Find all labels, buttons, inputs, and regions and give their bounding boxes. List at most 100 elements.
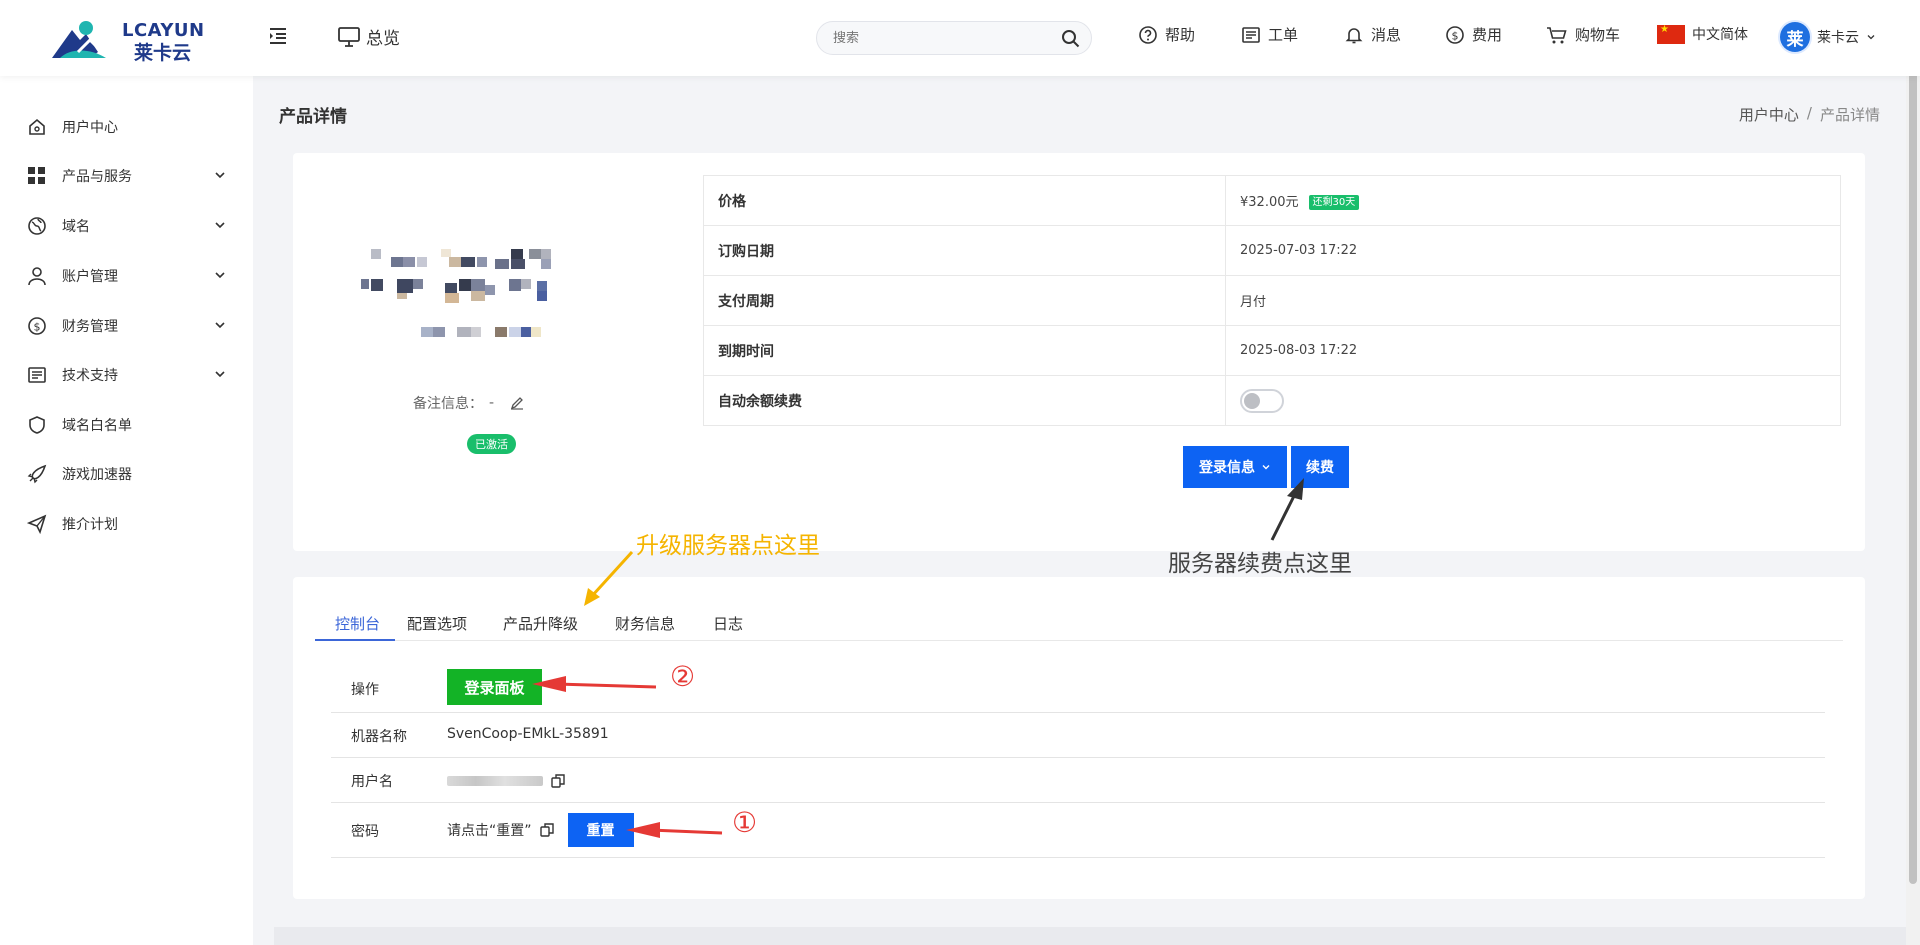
scrollbar-thumb[interactable] bbox=[1909, 18, 1917, 884]
table-row: 到期时间 2025-08-03 17:22 bbox=[703, 325, 1841, 376]
page-scrollbar[interactable] bbox=[1906, 0, 1920, 945]
remark-value: - bbox=[489, 395, 495, 411]
pay-cycle-label: 支付周期 bbox=[703, 275, 1226, 326]
sidebar-item-support[interactable]: 技术支持 bbox=[26, 360, 226, 390]
tab-bar: 控制台 配置选项 产品升降级 财务信息 日志 bbox=[315, 601, 1843, 641]
password-text: 请点击“重置” bbox=[447, 823, 532, 839]
language-selector[interactable]: 中文简体 bbox=[1657, 24, 1748, 44]
monitor-icon bbox=[338, 26, 360, 47]
search-input[interactable] bbox=[817, 22, 1037, 54]
machine-name-value: SvenCoop-EMkL-35891 bbox=[447, 726, 609, 742]
copy-icon[interactable] bbox=[539, 823, 554, 837]
sidebar-item-label: 技术支持 bbox=[62, 368, 118, 384]
overview-nav[interactable]: 总览 bbox=[338, 24, 400, 49]
sidebar: 用户中心 产品与服务 域名 账户管理 $ 财务管理 技术支持 域名白名单 游戏加… bbox=[0, 76, 253, 945]
edit-icon[interactable] bbox=[510, 396, 524, 410]
table-row: 自动余额续费 bbox=[703, 375, 1841, 426]
dollar-icon: $ bbox=[1446, 25, 1464, 44]
sidebar-item-account[interactable]: 账户管理 bbox=[26, 261, 226, 291]
copy-icon[interactable] bbox=[551, 774, 565, 788]
status-badge: 已激活 bbox=[467, 434, 516, 454]
help-nav[interactable]: 帮助 bbox=[1138, 24, 1195, 45]
breadcrumb-parent-link[interactable]: 用户中心 bbox=[1739, 104, 1799, 125]
sidebar-item-label: 产品与服务 bbox=[62, 169, 132, 185]
tab-finance-info[interactable]: 财务信息 bbox=[615, 613, 675, 634]
send-icon bbox=[26, 513, 48, 535]
user-icon bbox=[26, 265, 48, 287]
machine-name-label: 机器名称 bbox=[351, 729, 407, 745]
tab-log[interactable]: 日志 bbox=[713, 613, 743, 634]
help-label: 帮助 bbox=[1165, 26, 1196, 44]
price-value: ¥32.00元 bbox=[1240, 195, 1299, 210]
chevron-down-icon bbox=[215, 172, 225, 179]
logo-text-cn: 莱卡云 bbox=[134, 42, 192, 64]
fee-nav[interactable]: $ 费用 bbox=[1445, 24, 1502, 45]
logo-mountain-icon bbox=[52, 21, 106, 58]
chevron-down-icon bbox=[1262, 465, 1270, 470]
footer-strip bbox=[274, 927, 1906, 945]
table-row: 支付周期 月付 bbox=[703, 275, 1841, 326]
detail-row-operation: 操作 登录面板 bbox=[331, 663, 1825, 713]
sidebar-item-label: 游戏加速器 bbox=[62, 467, 132, 483]
remark-info: 备注信息： - bbox=[413, 393, 524, 413]
logo[interactable]: LCAYUN 莱卡云 bbox=[50, 18, 210, 64]
rocket-icon bbox=[26, 463, 48, 485]
sidebar-item-game-accelerator[interactable]: 游戏加速器 bbox=[26, 459, 226, 489]
sidebar-item-domain-whitelist[interactable]: 域名白名单 bbox=[26, 410, 226, 440]
price-label: 价格 bbox=[703, 175, 1226, 226]
dollar-icon: $ bbox=[26, 315, 48, 337]
search-icon[interactable] bbox=[1061, 29, 1081, 49]
remark-label: 备注信息： bbox=[413, 396, 483, 412]
price-cell: ¥32.00元 还剩30天 bbox=[1225, 175, 1841, 226]
detail-row-username: 用户名 bbox=[331, 758, 1825, 803]
pixelated-product-name-image bbox=[361, 249, 551, 337]
sidebar-item-label: 推介计划 bbox=[62, 517, 118, 533]
breadcrumb-separator: / bbox=[1806, 104, 1812, 122]
reset-password-button[interactable]: 重置 bbox=[567, 813, 634, 847]
tab-console[interactable]: 控制台 bbox=[335, 613, 380, 634]
message-nav[interactable]: 消息 bbox=[1344, 24, 1401, 45]
menu-collapse-icon[interactable] bbox=[268, 26, 290, 48]
cart-label: 购物车 bbox=[1575, 26, 1621, 44]
auto-renew-toggle[interactable] bbox=[1240, 388, 1284, 413]
auto-renew-label: 自动余额续费 bbox=[703, 375, 1226, 426]
cart-nav[interactable]: 购物车 bbox=[1546, 24, 1620, 45]
ticket-icon bbox=[1242, 26, 1260, 43]
product-info-table: 价格 ¥32.00元 还剩30天 订购日期 2025-07-03 17:22 支付… bbox=[703, 175, 1841, 426]
operation-value: 登录面板 bbox=[447, 669, 542, 705]
home-icon bbox=[26, 116, 48, 138]
breadcrumb-current: 产品详情 bbox=[1819, 106, 1880, 124]
chevron-down-icon bbox=[215, 222, 225, 229]
sidebar-item-referral[interactable]: 推介计划 bbox=[26, 509, 226, 539]
ticket-nav[interactable]: 工单 bbox=[1241, 24, 1298, 45]
tab-upgrade-downgrade[interactable]: 产品升降级 bbox=[503, 613, 578, 634]
table-row: 订购日期 2025-07-03 17:22 bbox=[703, 225, 1841, 276]
remaining-days-badge: 还剩30天 bbox=[1308, 195, 1360, 210]
sidebar-item-domain[interactable]: 域名 bbox=[26, 211, 226, 241]
operation-label: 操作 bbox=[351, 682, 379, 698]
user-label: 莱卡云 bbox=[1817, 30, 1859, 46]
tab-config-options[interactable]: 配置选项 bbox=[407, 613, 467, 634]
top-bar: LCAYUN 莱卡云 总览 帮助 工单 消息 $ 费用 购物车 中文简体 莱 莱… bbox=[0, 0, 1920, 76]
table-row: 价格 ¥32.00元 还剩30天 bbox=[703, 175, 1841, 226]
username-label: 用户名 bbox=[351, 774, 393, 790]
breadcrumb: 用户中心 / 产品详情 bbox=[1739, 104, 1880, 125]
page-title: 产品详情 bbox=[279, 107, 347, 127]
step-1-marker: ① bbox=[732, 806, 758, 839]
sidebar-item-finance[interactable]: $ 财务管理 bbox=[26, 311, 226, 341]
login-panel-button[interactable]: 登录面板 bbox=[447, 669, 542, 705]
china-flag-icon bbox=[1657, 24, 1685, 44]
sidebar-item-products[interactable]: 产品与服务 bbox=[26, 161, 226, 191]
globe-icon bbox=[26, 215, 48, 237]
order-date-label: 订购日期 bbox=[703, 225, 1226, 276]
sidebar-item-user-center[interactable]: 用户中心 bbox=[26, 112, 226, 142]
sidebar-item-label: 账户管理 bbox=[62, 269, 118, 285]
expire-label: 到期时间 bbox=[703, 325, 1226, 376]
overview-label: 总览 bbox=[366, 29, 400, 49]
renew-button[interactable]: 续费 bbox=[1291, 446, 1349, 488]
password-value: 请点击“重置” 重置 bbox=[447, 813, 634, 847]
chevron-down-icon bbox=[215, 322, 225, 329]
user-menu[interactable]: 莱 莱卡云 bbox=[1780, 22, 1876, 52]
login-info-button[interactable]: 登录信息 bbox=[1183, 446, 1287, 488]
ticket-label: 工单 bbox=[1268, 26, 1299, 44]
